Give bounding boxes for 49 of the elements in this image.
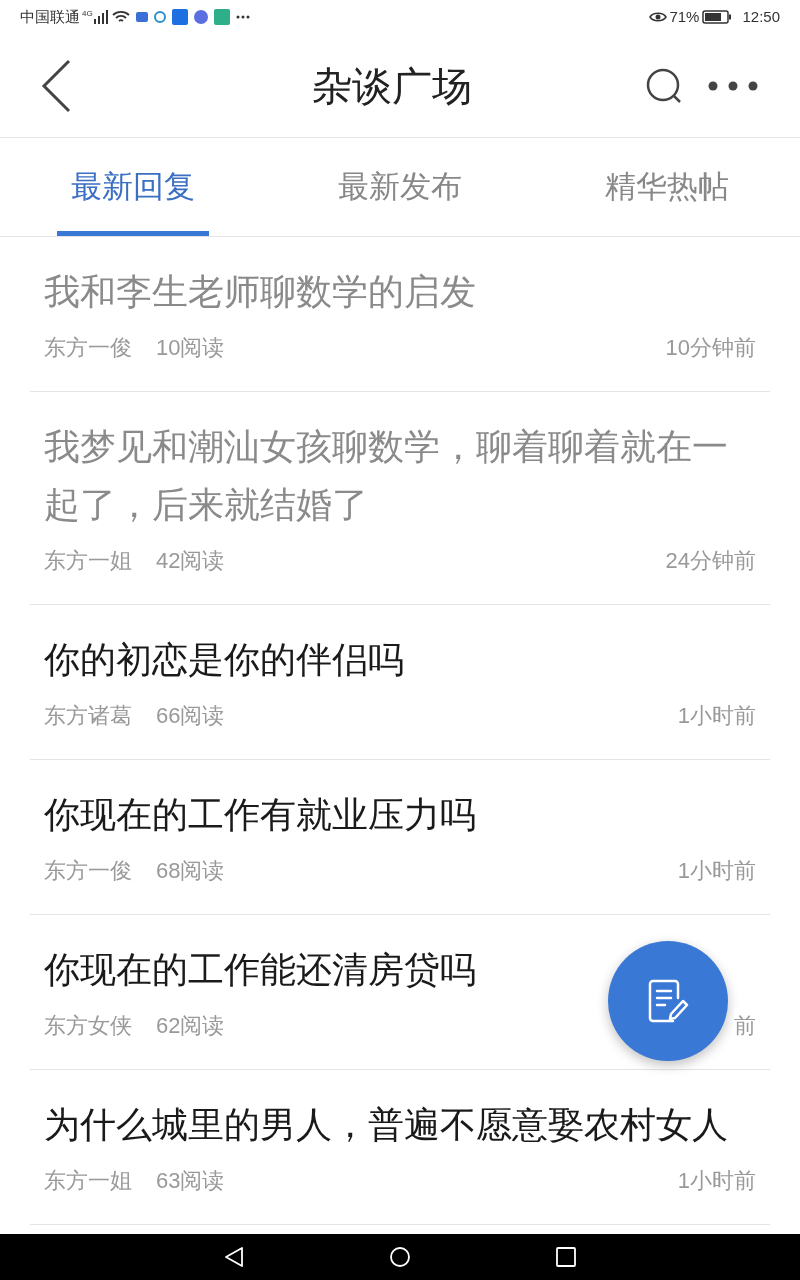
search-icon xyxy=(646,67,682,104)
edit-note-icon xyxy=(647,979,689,1023)
carrier-name: 中国联通 xyxy=(20,6,80,27)
post-title: 你的初恋是你的伴侣吗 xyxy=(44,638,405,682)
post-title: 我梦见和潮汕女孩聊数学，聊着聊着就在一起了，后来就结婚了 xyxy=(44,425,729,527)
more-icon xyxy=(708,80,758,91)
home-nav-icon[interactable] xyxy=(389,1246,411,1268)
post-title: 为什么城里的男人，普遍不愿意娶农村女人 xyxy=(44,1103,729,1147)
post-author: 东方女侠 xyxy=(44,1011,132,1040)
app-notification-icon xyxy=(135,12,148,22)
read-count: 66阅读 xyxy=(156,701,225,730)
app-notification-icon xyxy=(153,11,166,23)
post-author: 东方一俊 xyxy=(44,856,132,885)
compose-button[interactable] xyxy=(608,941,728,1061)
eye-icon xyxy=(649,11,668,23)
read-count: 62阅读 xyxy=(156,1011,225,1040)
post-author: 东方一姐 xyxy=(44,546,132,575)
battery-percent: 71% xyxy=(669,6,700,27)
post-item[interactable]: 为什么城里的男人，普遍不愿意娶农村女人 东方一姐 63阅读 1小时前 xyxy=(30,1070,770,1225)
post-author: 东方诸葛 xyxy=(44,701,132,730)
back-icon xyxy=(40,58,72,113)
post-item[interactable]: 我和李生老师聊数学的启发 东方一俊 10阅读 10分钟前 xyxy=(30,237,770,392)
post-title: 你现在的工作有就业压力吗 xyxy=(44,793,477,837)
battery-icon xyxy=(702,10,733,24)
app-notification-icon xyxy=(193,10,208,24)
wifi-icon xyxy=(111,10,130,24)
recents-nav-icon[interactable] xyxy=(556,1247,576,1267)
post-title: 你现在的工作能还清房贷吗 xyxy=(44,948,477,992)
post-item[interactable]: 我梦见和潮汕女孩聊数学，聊着聊着就在一起了，后来就结婚了 东方一姐 42阅读 24分钟前 xyxy=(30,392,770,605)
back-nav-icon[interactable] xyxy=(224,1246,244,1268)
tab[interactable]: 最新发布 xyxy=(266,138,534,236)
post-title: 我和李生老师聊数学的启发 xyxy=(44,270,477,314)
post-item[interactable]: 你的初恋是你的伴侣吗 东方诸葛 66阅读 1小时前 xyxy=(30,605,770,760)
post-author: 东方一姐 xyxy=(44,1166,132,1195)
post-author: 东方一俊 xyxy=(44,333,132,362)
app-notification-icon xyxy=(171,9,188,25)
more-icon xyxy=(235,15,250,19)
network-type: 4G xyxy=(82,8,93,20)
tab[interactable]: 精华热帖 xyxy=(533,138,800,236)
page-title: 杂谈广场 xyxy=(311,62,473,110)
read-count: 42阅读 xyxy=(156,546,225,575)
read-count: 68阅读 xyxy=(156,856,225,885)
signal-icon xyxy=(93,10,108,24)
read-count: 63阅读 xyxy=(156,1166,225,1195)
app-notification-icon xyxy=(213,9,230,25)
tab[interactable]: 最新回复 xyxy=(0,138,267,236)
post-item[interactable]: 你现在的工作有就业压力吗 东方一俊 68阅读 1小时前 xyxy=(30,760,770,915)
read-count: 10阅读 xyxy=(156,333,225,362)
clock-time: 12:50 xyxy=(742,6,780,27)
